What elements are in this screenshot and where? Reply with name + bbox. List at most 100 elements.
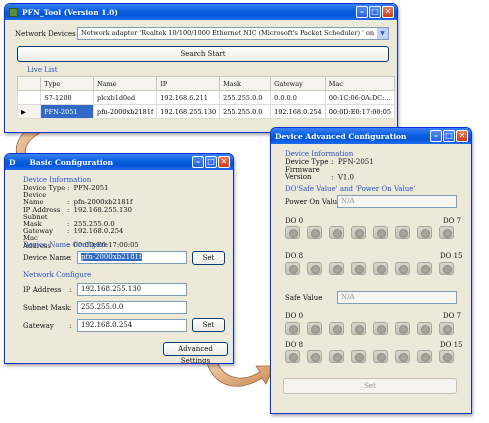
do15-label: DO 15	[440, 341, 463, 349]
info-row: Device Name: pfn-2000xb2181f	[23, 191, 133, 207]
do-led[interactable]	[329, 226, 344, 239]
network-devices-value: Network adapter 'Realtek 10/100/1000 Eth…	[81, 29, 375, 37]
do-led[interactable]	[329, 322, 344, 335]
do-led[interactable]	[417, 262, 432, 275]
do-led[interactable]	[351, 226, 366, 239]
do-led[interactable]	[373, 226, 388, 239]
advanced-titlebar[interactable]: Device Advanced Configuration – □ ✕	[271, 128, 471, 144]
col-header	[16, 76, 42, 91]
do-led[interactable]	[307, 350, 322, 363]
table-row[interactable]: S7-1200 plcxb1d0ed 192.168.6.211 255.255…	[16, 90, 396, 105]
do-led[interactable]	[307, 262, 322, 275]
advanced-settings-button[interactable]: Advanced Settings	[163, 342, 228, 365]
col-header-gateway[interactable]: Gateway	[270, 76, 326, 91]
do-led[interactable]	[373, 350, 388, 363]
row-indicator	[16, 90, 42, 105]
chevron-down-icon[interactable]: ▼	[377, 28, 388, 39]
network-devices-select[interactable]: Network adapter 'Realtek 10/100/1000 Eth…	[77, 27, 389, 40]
do-led[interactable]	[417, 322, 432, 335]
basic-config-window: D Basic Configuration – □ ✕ Device Infor…	[4, 153, 234, 365]
device-name-label: Device Name	[23, 254, 71, 262]
do-led[interactable]	[329, 350, 344, 363]
col-header-type[interactable]: Type	[40, 76, 95, 91]
set-device-name-button[interactable]: Set	[192, 251, 225, 265]
close-button[interactable]: ✕	[456, 130, 468, 142]
set-do-values-button[interactable]: Set	[283, 378, 457, 394]
safe-do-row-1	[285, 322, 454, 335]
do-led[interactable]	[439, 322, 454, 335]
gateway-input[interactable]: 192.168.0.254	[77, 319, 187, 332]
do-led[interactable]	[285, 322, 300, 335]
set-network-button[interactable]: Set	[192, 318, 225, 332]
app-icon	[9, 7, 18, 17]
minimize-button[interactable]: –	[356, 6, 368, 18]
do-led[interactable]	[373, 322, 388, 335]
do0-label: DO 0	[285, 312, 304, 320]
do-led[interactable]	[351, 262, 366, 275]
do-led[interactable]	[395, 262, 410, 275]
colon-separator: :	[69, 322, 72, 330]
do-led[interactable]	[395, 322, 410, 335]
do-led[interactable]	[285, 262, 300, 275]
table-row-selected[interactable]: ▶ PFN-2051 pfn-2000xb2181f 192.168.255.1…	[16, 104, 396, 119]
col-header-name[interactable]: Name	[93, 76, 158, 91]
cell-mask: 255.255.0.0	[219, 104, 272, 119]
live-list-table[interactable]: Type Name IP Mask Gateway Mac S7-1200 pl…	[16, 76, 396, 119]
do-led[interactable]	[439, 262, 454, 275]
device-information-title: Device Information	[23, 176, 92, 184]
table-header: Type Name IP Mask Gateway Mac	[16, 76, 396, 91]
basic-window-title: Basic Configuration	[29, 157, 114, 167]
col-header-ip[interactable]: IP	[156, 76, 221, 91]
minimize-button[interactable]: –	[430, 130, 442, 142]
main-titlebar[interactable]: PFN_Tool (Version 1.0) – □ ✕	[5, 4, 397, 20]
search-start-button[interactable]: Search Start	[17, 46, 389, 62]
do-led[interactable]	[307, 226, 322, 239]
do-led[interactable]	[395, 350, 410, 363]
do7-label: DO 7	[443, 217, 462, 225]
ip-address-input[interactable]: 192.168.255.130	[77, 283, 187, 296]
do-led[interactable]	[417, 350, 432, 363]
maximize-button[interactable]: □	[443, 130, 455, 142]
device-name-input[interactable]: pfn-2000xb2181f	[77, 251, 187, 264]
cell-type: PFN-2051	[40, 104, 95, 119]
power-on-do-row-1	[285, 226, 454, 239]
main-window-title: PFN_Tool (Version 1.0)	[22, 7, 118, 17]
basic-titlebar[interactable]: D Basic Configuration – □ ✕	[5, 154, 233, 170]
do-led[interactable]	[307, 322, 322, 335]
do-led[interactable]	[351, 350, 366, 363]
do-led[interactable]	[351, 322, 366, 335]
do-led[interactable]	[373, 262, 388, 275]
cell-ip: 192.168.6.211	[156, 90, 221, 105]
minimize-button[interactable]: –	[192, 156, 204, 168]
device-name-configure-title: Device Name Configure	[23, 241, 108, 249]
close-button[interactable]: ✕	[382, 6, 394, 18]
safe-do-row-2	[285, 350, 454, 363]
subnet-mask-input[interactable]: 255.255.0.0	[77, 301, 187, 314]
info-row: Firmware Version: V1.0	[285, 165, 354, 181]
do-led[interactable]	[439, 226, 454, 239]
col-header-mac[interactable]: Mac	[324, 76, 396, 91]
close-button[interactable]: ✕	[218, 156, 230, 168]
power-on-value-input[interactable]: N/A	[337, 195, 457, 208]
do-led[interactable]	[417, 226, 432, 239]
colon-separator: :	[69, 254, 72, 262]
cell-name: plcxb1d0ed	[93, 90, 158, 105]
info-row: Subnet Mask: 255.255.0.0	[23, 212, 115, 229]
do-led[interactable]	[285, 350, 300, 363]
subnet-mask-label: Subnet Mask	[23, 304, 70, 312]
main-window: PFN_Tool (Version 1.0) – □ ✕ Network Dev…	[4, 3, 398, 133]
col-header-mask[interactable]: Mask	[219, 76, 272, 91]
do0-label: DO 0	[285, 217, 304, 225]
maximize-button[interactable]: □	[205, 156, 217, 168]
advanced-device-info-title: Device Information	[285, 150, 354, 158]
colon-separator: :	[69, 286, 72, 294]
do-led[interactable]	[329, 262, 344, 275]
basic-title-prefix: D	[9, 157, 16, 167]
safe-value-input[interactable]: N/A	[337, 291, 457, 304]
do-led[interactable]	[285, 226, 300, 239]
do-led[interactable]	[439, 350, 454, 363]
do-led[interactable]	[395, 226, 410, 239]
maximize-button[interactable]: □	[369, 6, 381, 18]
cell-mask: 255.255.0.0	[219, 90, 272, 105]
cell-gateway: 192.168.0.254	[270, 104, 326, 119]
